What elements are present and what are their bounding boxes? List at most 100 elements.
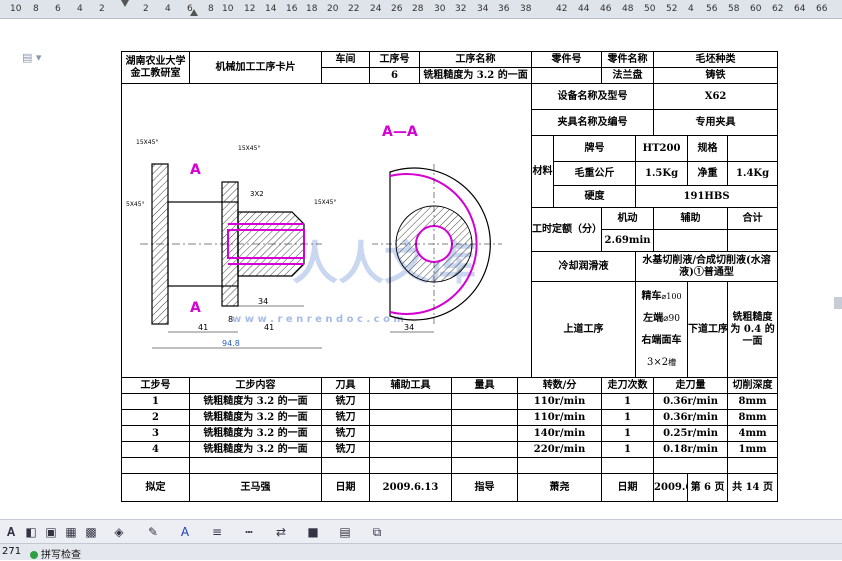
step-feed: 0.36r/min <box>653 409 729 426</box>
date-label-1: 日期 <box>321 473 370 502</box>
header-part-name: 零件名称 <box>601 51 655 68</box>
ruler-tick: 42 <box>556 4 568 14</box>
step-passes: 1 <box>601 409 655 426</box>
step-header-aux: 辅助工具 <box>369 377 452 394</box>
chart-icon[interactable]: ▩ <box>82 523 100 541</box>
step-header-tool: 刀具 <box>321 377 370 394</box>
ruler-tick: 8 <box>208 4 214 14</box>
clipart-icon[interactable]: ▣ <box>42 523 60 541</box>
diagram-icon[interactable]: ◧ <box>22 523 40 541</box>
select-objects-icon[interactable]: ⧉ <box>368 523 386 541</box>
total-value <box>727 229 779 252</box>
section-label: A—A <box>382 124 418 140</box>
hardness-value: 191HBS <box>635 185 779 208</box>
dash-style-icon[interactable]: ┅ <box>240 523 258 541</box>
arrow-style-icon[interactable]: ⇄ <box>272 523 290 541</box>
horizontal-ruler[interactable]: 10 8 6 4 2 2 4 6 8 10 12 14 16 18 20 22 24 26 28 30 32 34 36 38… <box>0 0 842 19</box>
step-gauge <box>451 409 518 426</box>
prev-value: 精车⌀100 左端⌀90 右端面车 3×2槽 <box>635 281 689 378</box>
blank-type-value: 铸铁 <box>653 67 779 84</box>
groove-label: 3X2 <box>250 190 264 198</box>
step-aux <box>369 393 452 410</box>
step-feed: 0.18r/min <box>653 441 729 458</box>
step-speed: 220r/min <box>516 441 603 458</box>
process-card-table: 湖南农业大学 金工教研室 机械加工工序卡片 车间 工序号 工序名称 零件号 零件名… <box>120 51 779 502</box>
grade-value: HT200 <box>635 135 689 162</box>
step-feed: 0.36r/min <box>653 393 729 410</box>
prev-value-4b: 槽 <box>668 357 677 367</box>
fill-color-icon[interactable]: ◈ <box>110 523 128 541</box>
ruler-tick: 12 <box>244 4 256 14</box>
hanging-indent-marker[interactable] <box>190 9 198 16</box>
document-map-icon[interactable]: ▤ ▾ <box>22 51 41 64</box>
equip-label: 设备名称及型号 <box>531 83 655 110</box>
ruler-tick: 2 <box>143 4 149 14</box>
table-row: 3 铣粗糙度为 3.2 的一面 铣刀 140r/min 1 0.25r/min … <box>121 425 779 442</box>
chamfer-label-2: 15X45° <box>238 145 260 152</box>
step-passes: 1 <box>601 393 655 410</box>
page-number: 第 6 页 <box>687 473 729 502</box>
proc-no-value: 6 <box>369 67 420 84</box>
next-label: 下道工序 <box>687 281 729 378</box>
step-speed: 110r/min <box>516 409 603 426</box>
part-drawing: 人人文库 w w w . r e n r e n d o c . c o m A <box>126 124 502 349</box>
ruler-tick: 18 <box>306 4 318 14</box>
ruler-tick: 28 <box>412 4 424 14</box>
step-speed: 110r/min <box>516 393 603 410</box>
ruler-tick: 48 <box>622 4 634 14</box>
ruler-tick: 60 <box>750 4 762 14</box>
line-color-icon[interactable]: ✎ <box>144 523 162 541</box>
workshop-value <box>321 67 370 84</box>
steps-header-row: 工步号 工步内容 刀具 辅助工具 量具 转数/分 走刀次数 走刀量 切削深度 <box>121 377 779 394</box>
3d-style-icon[interactable]: ▤ <box>336 523 354 541</box>
step-content: 铣粗糙度为 3.2 的一面 <box>189 441 322 458</box>
motor-value: 2.69min <box>601 229 655 252</box>
wordart-icon[interactable]: 𝐀 <box>2 523 20 541</box>
page-total: 共 14 页 <box>727 473 779 502</box>
step-aux <box>369 409 452 426</box>
step-tool: 铣刀 <box>321 393 370 410</box>
spell-check-label: 拼写检查 <box>41 550 81 561</box>
chamfer-label-1: 15X45° <box>136 139 158 146</box>
ruler-tick: 36 <box>498 4 510 14</box>
ruler-tick: 44 <box>578 4 590 14</box>
dim-8: 8 <box>228 315 233 324</box>
scroll-handle[interactable] <box>834 297 842 309</box>
fixture-value: 专用夹具 <box>653 109 779 136</box>
step-no: 2 <box>121 409 190 426</box>
ruler-tick: 66 <box>816 4 828 14</box>
header-proc-name: 工序名称 <box>418 51 533 68</box>
net-weight-label: 净重 <box>687 161 729 186</box>
font-color-icon[interactable]: A <box>176 523 194 541</box>
step-content: 铣粗糙度为 3.2 的一面 <box>189 393 322 410</box>
drawing-area: 人人文库 w w w . r e n r e n d o c . c o m A <box>120 83 533 378</box>
ruler-tick: 30 <box>434 4 446 14</box>
prev-value-4: 3×2 <box>646 356 669 368</box>
hardness-label: 硬度 <box>553 185 637 208</box>
picture-icon[interactable]: ▦ <box>62 523 80 541</box>
motor-label: 机动 <box>601 207 655 230</box>
shadow-icon[interactable]: ■ <box>304 523 322 541</box>
step-header-passes: 走刀次数 <box>601 377 655 394</box>
ruler-tick: 50 <box>644 4 656 14</box>
left-indent-marker[interactable] <box>121 0 129 7</box>
prev-value-1b: ⌀100 <box>661 291 682 301</box>
table-row: 1 铣粗糙度为 3.2 的一面 铣刀 110r/min 1 0.36r/min … <box>121 393 779 410</box>
step-header-no: 工步号 <box>121 377 190 394</box>
ruler-tick: 2 <box>99 4 105 14</box>
step-tool: 铣刀 <box>321 409 370 426</box>
proc-name-value: 铣粗糙度为 3.2 的一面 <box>418 67 533 84</box>
step-header-feed: 走刀量 <box>653 377 729 394</box>
chamfer-label-3: 15X45° <box>314 199 336 206</box>
prev-value-3: 右端面车 <box>641 334 682 346</box>
spec-value <box>727 135 779 162</box>
step-no: 4 <box>121 441 190 458</box>
step-header-gauge: 量具 <box>451 377 518 394</box>
dim-34a: 34 <box>258 297 268 306</box>
spec-label: 规格 <box>687 135 729 162</box>
material-label: 材料 <box>531 135 555 208</box>
dim-34b: 34 <box>404 323 414 332</box>
step-aux <box>369 441 452 458</box>
step-aux <box>369 425 452 442</box>
line-style-icon[interactable]: ≡ <box>208 523 226 541</box>
